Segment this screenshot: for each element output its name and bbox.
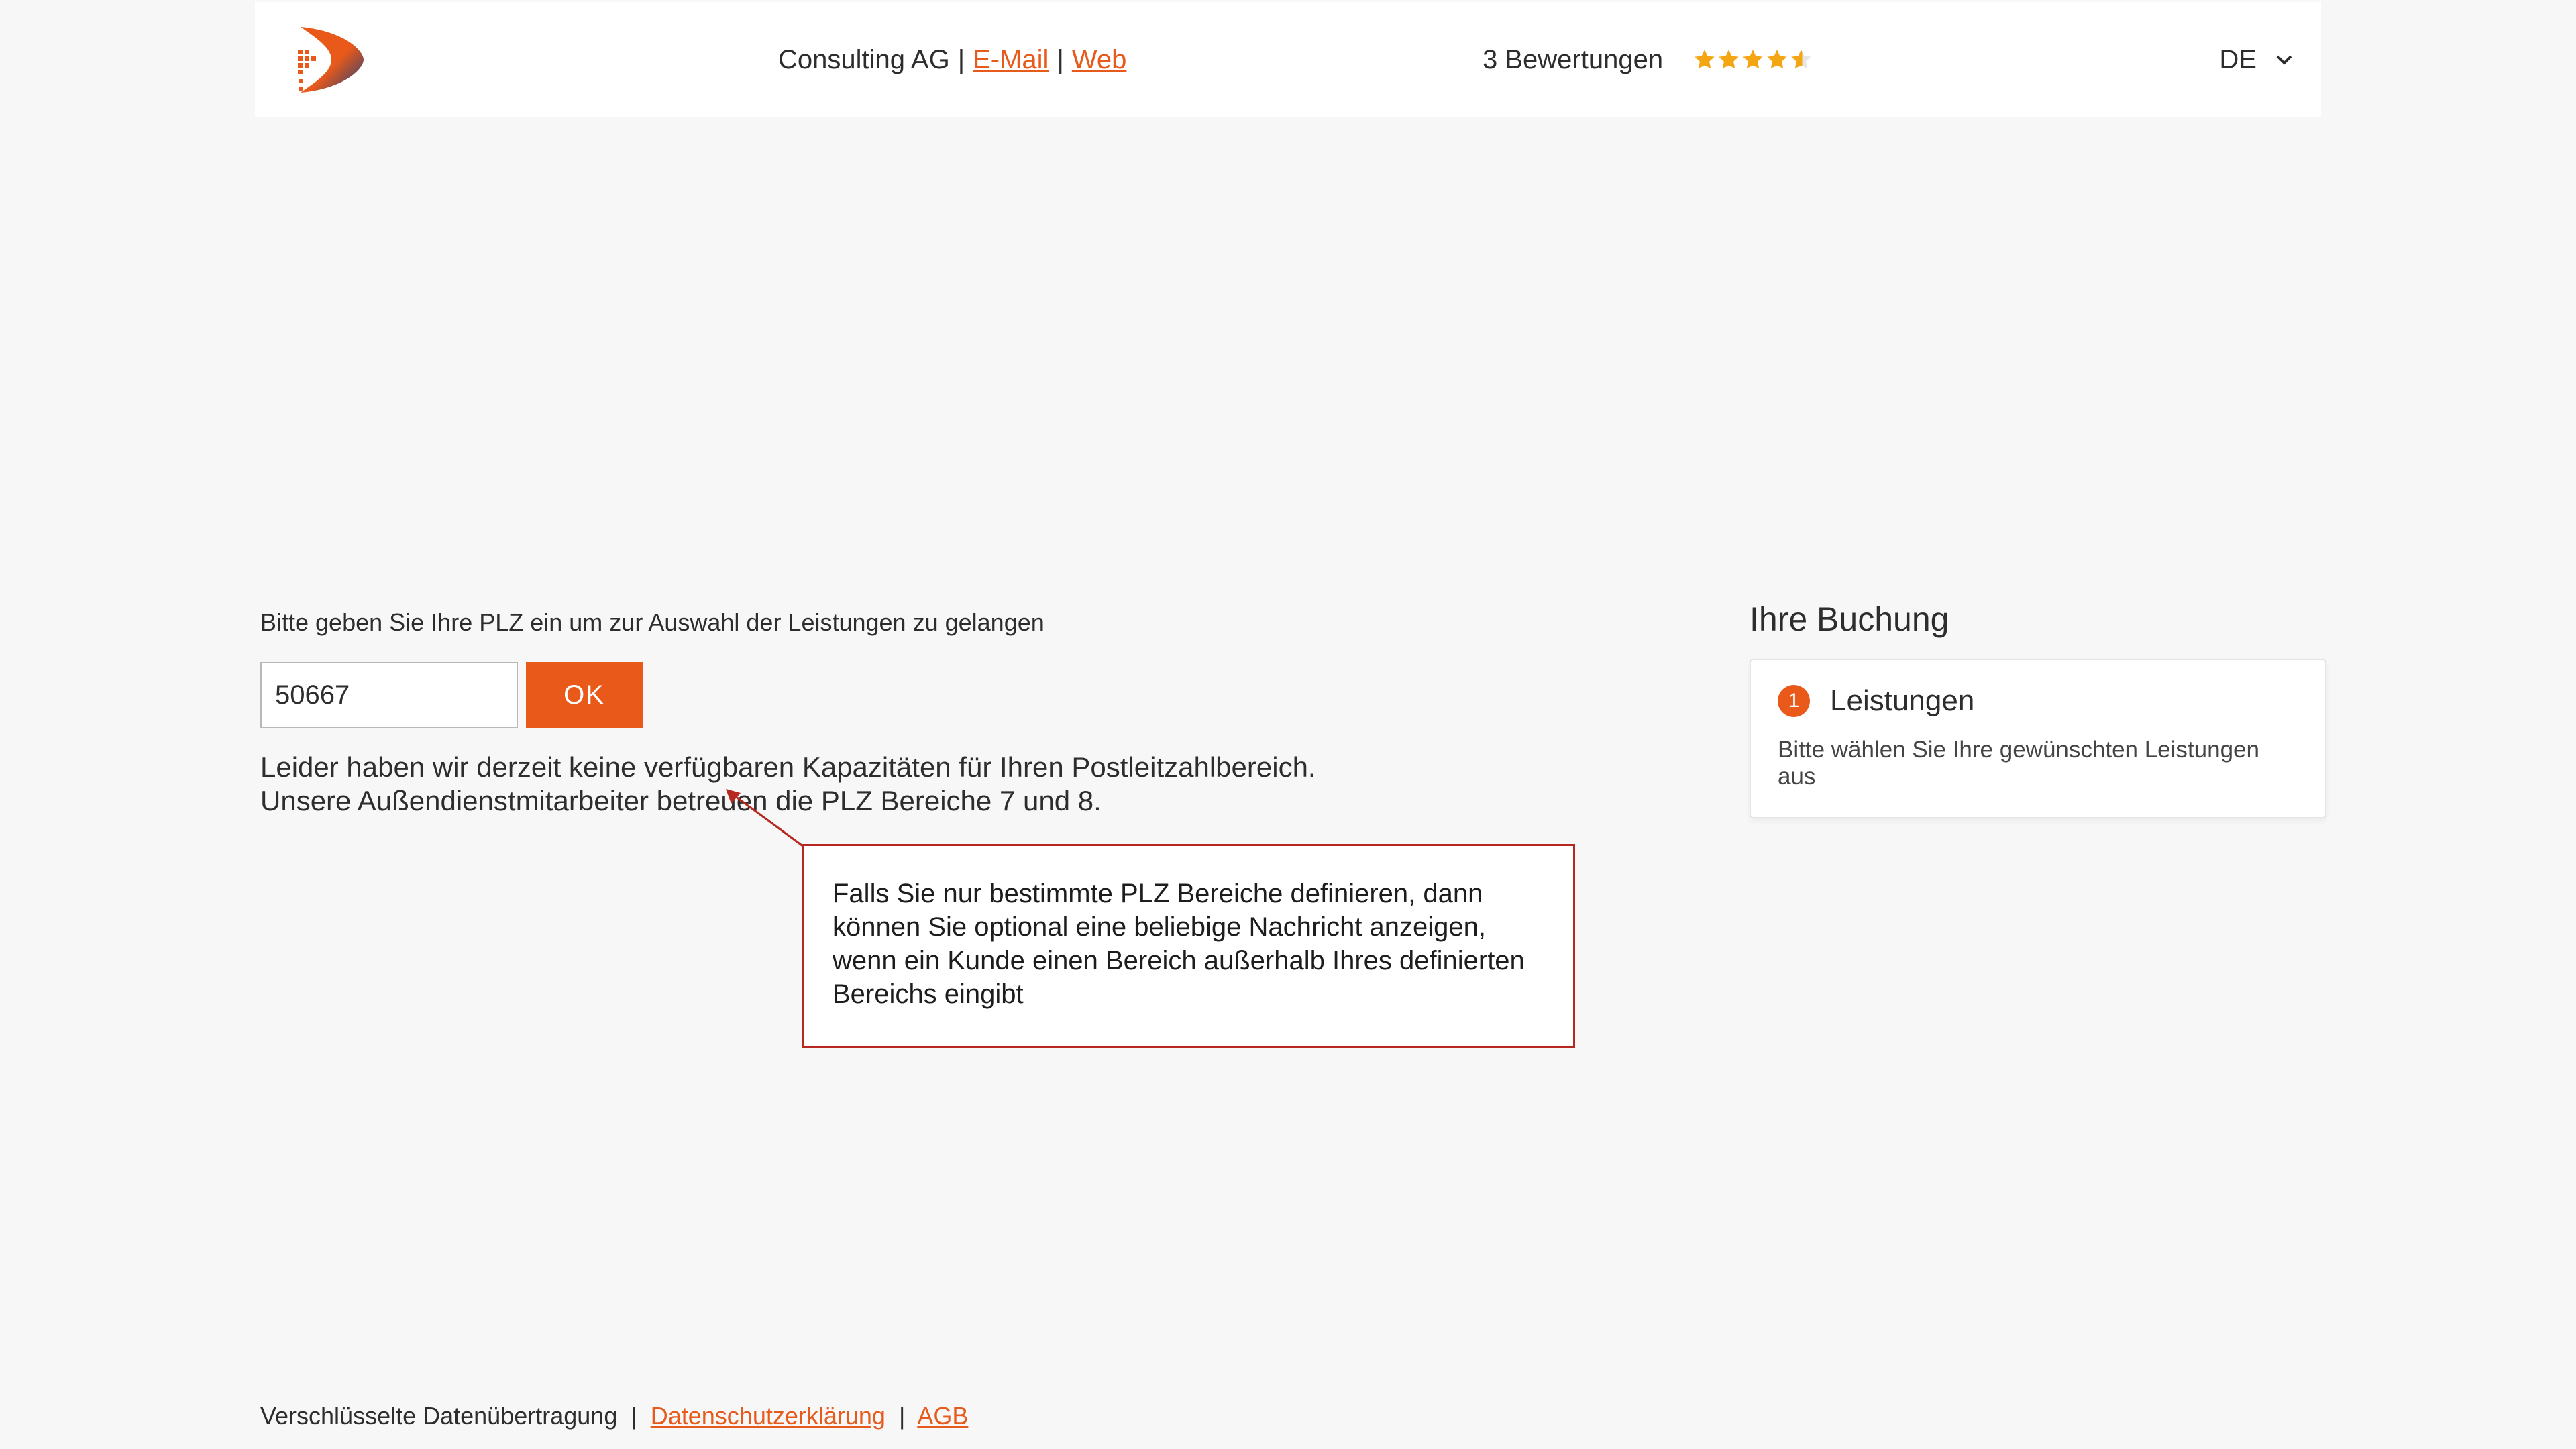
footer: Verschlüsselte Datenübertragung | Datens… xyxy=(260,1402,968,1430)
play-logo-icon xyxy=(284,16,372,103)
ratings-block[interactable]: 3 Bewertungen xyxy=(1483,2,1813,117)
chevron-down-icon xyxy=(2274,50,2294,70)
logo[interactable] xyxy=(284,16,372,103)
footer-secure-text: Verschlüsselte Datenübertragung xyxy=(260,1402,617,1430)
step-card-leistungen[interactable]: 1 Leistungen Bitte wählen Sie Ihre gewün… xyxy=(1750,659,2326,818)
step-label: Leistungen xyxy=(1830,684,1974,718)
company-name: Consulting AG xyxy=(778,45,950,75)
email-link[interactable]: E-Mail xyxy=(973,45,1049,75)
star-icon xyxy=(1741,48,1765,72)
rating-stars xyxy=(1693,48,1813,72)
star-icon xyxy=(1717,48,1741,72)
plz-prompt: Bitte geben Sie Ihre PLZ ein um zur Ausw… xyxy=(260,608,1535,637)
annotation-arrow-icon xyxy=(723,786,810,853)
ok-button[interactable]: OK xyxy=(526,662,643,728)
booking-sidebar: Ihre Buchung 1 Leistungen Bitte wählen S… xyxy=(1750,600,2326,818)
sidebar-title: Ihre Buchung xyxy=(1750,600,2326,639)
plz-error-line2: Unsere Außendienstmitarbeiter betreuen d… xyxy=(260,784,1535,818)
plz-error-line1: Leider haben wir derzeit keine verfügbar… xyxy=(260,751,1535,784)
privacy-link[interactable]: Datenschutzerklärung xyxy=(651,1402,885,1430)
main-area: Bitte geben Sie Ihre PLZ ein um zur Ausw… xyxy=(0,478,2576,1449)
step-description: Bitte wählen Sie Ihre gewünschten Leistu… xyxy=(1778,737,2298,790)
star-half-icon xyxy=(1789,48,1813,72)
header-bar: Consulting AG | E-Mail | Web 3 Bewertung… xyxy=(255,2,2321,117)
plz-input[interactable] xyxy=(260,662,518,728)
step-number-badge: 1 xyxy=(1778,685,1810,717)
ratings-count: 3 Bewertungen xyxy=(1483,45,1663,75)
star-icon xyxy=(1693,48,1717,72)
language-code: DE xyxy=(2219,45,2257,75)
company-info: Consulting AG | E-Mail | Web xyxy=(778,2,1126,117)
web-link[interactable]: Web xyxy=(1072,45,1127,75)
plz-section: Bitte geben Sie Ihre PLZ ein um zur Ausw… xyxy=(260,608,1535,818)
language-selector[interactable]: DE xyxy=(2219,2,2294,117)
terms-link[interactable]: AGB xyxy=(917,1402,968,1430)
plz-error-message: Leider haben wir derzeit keine verfügbar… xyxy=(260,751,1535,818)
annotation-text: Falls Sie nur bestimmte PLZ Bereiche def… xyxy=(833,879,1525,1009)
annotation-box: Falls Sie nur bestimmte PLZ Bereiche def… xyxy=(802,844,1575,1048)
star-icon xyxy=(1765,48,1789,72)
